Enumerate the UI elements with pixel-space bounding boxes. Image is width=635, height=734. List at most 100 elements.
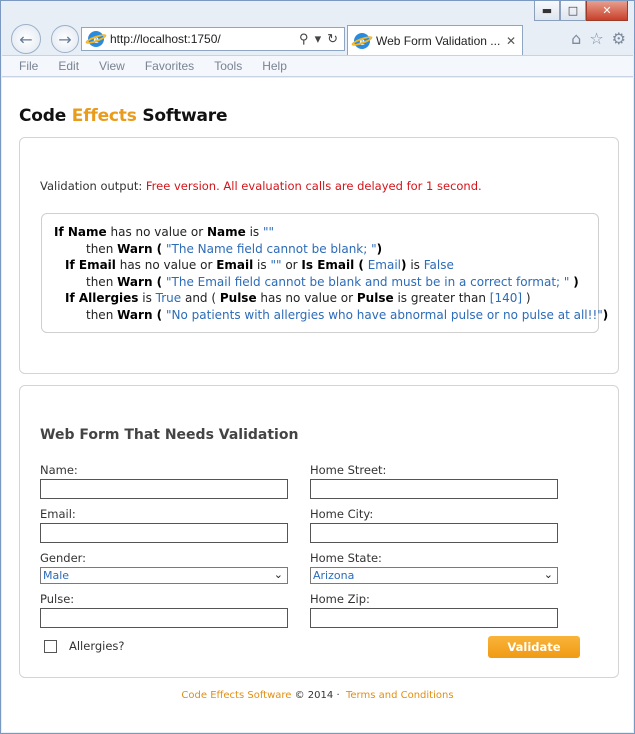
rule-field: Email: [216, 258, 254, 272]
menu-file[interactable]: File: [19, 59, 38, 73]
name-label: Name:: [40, 463, 78, 477]
refresh-icon[interactable]: ↻: [327, 31, 338, 47]
pulse-input[interactable]: [40, 608, 288, 628]
gender-selected-value: Male: [43, 569, 70, 582]
zip-field-group: Home Zip:: [310, 592, 558, 628]
menu-favorites[interactable]: Favorites: [145, 59, 194, 73]
state-label: Home State:: [310, 551, 382, 565]
pulse-label: Pulse:: [40, 592, 75, 606]
gender-field-group: Gender: Male ⌄: [40, 551, 288, 584]
validation-output-label: Validation output:: [40, 179, 143, 193]
rule-text: has no value or: [115, 258, 217, 272]
rule-text: has no value or: [106, 225, 207, 239]
rule-value: Email: [367, 258, 402, 272]
copyright-text: © 2014: [291, 690, 337, 701]
rule-value: False: [423, 258, 454, 272]
allergies-label: Allergies?: [69, 639, 125, 653]
rule-line-3: If Email has no value or Email is "" or …: [54, 257, 586, 274]
back-button[interactable]: ←: [11, 24, 41, 54]
rule-keyword: If: [65, 258, 79, 272]
rule-action: Warn (: [117, 274, 163, 289]
rule-keyword: If: [54, 225, 68, 239]
rule-field: Pulse: [356, 291, 394, 305]
rule-paren: ): [573, 274, 579, 289]
rule-field: Pulse: [219, 291, 257, 305]
city-input[interactable]: [310, 523, 558, 543]
validation-output: Validation output: Free version. All eva…: [40, 179, 482, 193]
address-url[interactable]: http://localhost:1750/: [110, 32, 299, 46]
rule-line-1: If Name has no value or Name is "": [54, 224, 586, 241]
pulse-field-group: Pulse:: [40, 592, 288, 628]
close-window-icon[interactable]: ✕: [586, 1, 628, 21]
gender-select[interactable]: Male ⌄: [40, 567, 288, 584]
page-footer: Code Effects Software © 2014 · Terms and…: [2, 690, 633, 701]
chevron-down-icon: ⌄: [273, 568, 283, 581]
email-input[interactable]: [40, 523, 288, 543]
rule-field: Name: [67, 225, 107, 239]
brand-part-software: Software: [136, 106, 228, 126]
address-bar[interactable]: e http://localhost:1750/ ⚲ ▾ ↻: [81, 27, 345, 51]
terms-link[interactable]: Terms and Conditions: [346, 690, 454, 701]
zip-label: Home Zip:: [310, 592, 370, 606]
maximize-icon[interactable]: □: [560, 1, 586, 21]
tab-ie-icon: e: [350, 32, 374, 49]
state-select[interactable]: Arizona ⌄: [310, 567, 558, 584]
minimize-icon[interactable]: ▬: [534, 1, 560, 21]
rules-panel: Validation output: Free version. All eva…: [19, 137, 619, 374]
rule-line-2: then Warn ( "The Name field cannot be bl…: [54, 241, 586, 258]
company-link[interactable]: Code Effects Software: [181, 690, 291, 701]
rule-text: is: [138, 291, 156, 305]
street-field-group: Home Street:: [310, 463, 558, 499]
back-arrow-icon: ←: [19, 29, 33, 49]
rule-text: and (: [181, 291, 220, 305]
rule-editor[interactable]: If Name has no value or Name is "" then …: [41, 213, 608, 333]
street-input[interactable]: [310, 479, 558, 499]
page-content: Code Effects Software Validation output:…: [2, 78, 633, 732]
brand-title: Code Effects Software: [19, 106, 227, 126]
favorites-star-icon[interactable]: ☆: [589, 29, 603, 48]
footer-separator: ·: [336, 690, 340, 701]
rule-text: then: [86, 274, 118, 289]
rule-function: Is Email (: [301, 258, 364, 272]
menu-view[interactable]: View: [99, 59, 125, 73]
rule-text: is greater than: [393, 291, 490, 305]
dropdown-icon[interactable]: ▾: [315, 31, 322, 47]
menu-help[interactable]: Help: [262, 59, 287, 73]
browser-toolbar-icons: ⌂ ☆ ⚙: [571, 29, 626, 48]
email-label: Email:: [40, 507, 76, 521]
rule-value: True: [155, 291, 182, 305]
rule-text: is: [245, 225, 263, 239]
state-selected-value: Arizona: [313, 569, 355, 582]
validate-button[interactable]: Validate: [488, 636, 580, 658]
rule-text: has no value or: [256, 291, 357, 305]
zip-input[interactable]: [310, 608, 558, 628]
active-tab[interactable]: e Web Form Validation ... ✕: [347, 25, 523, 55]
allergies-checkbox[interactable]: [44, 640, 57, 653]
ie-page-icon: e: [84, 31, 108, 47]
menu-tools[interactable]: Tools: [214, 59, 242, 73]
email-field-group: Email:: [40, 507, 288, 543]
city-field-group: Home City:: [310, 507, 558, 543]
menu-bar: File Edit View Favorites Tools Help: [2, 55, 633, 77]
rule-text: or: [281, 258, 302, 272]
rule-text: then: [86, 241, 118, 256]
home-icon[interactable]: ⌂: [571, 29, 581, 48]
menu-edit[interactable]: Edit: [58, 59, 79, 73]
validation-output-message: Free version. All evaluation calls are d…: [145, 179, 482, 193]
chevron-down-icon: ⌄: [543, 568, 553, 581]
search-icon[interactable]: ⚲: [299, 31, 309, 47]
rule-value: "": [262, 225, 275, 239]
browser-window: ▬ □ ✕ ← → e http://localhost:1750/ ⚲ ▾ ↻…: [0, 0, 635, 734]
close-tab-icon[interactable]: ✕: [506, 34, 522, 48]
brand-part-code: Code: [19, 106, 72, 126]
rule-line-4: then Warn ( "The Email field cannot be b…: [54, 274, 586, 291]
name-input[interactable]: [40, 479, 288, 499]
rule-text: is: [406, 258, 424, 272]
rule-value: "No patients with allergies who have abn…: [165, 307, 603, 322]
forward-button[interactable]: →: [51, 25, 79, 53]
rule-action: Warn (: [117, 307, 163, 322]
brand-part-effects: Effects: [71, 106, 137, 126]
rule-text: then: [86, 307, 118, 322]
rule-action: Warn (: [117, 241, 163, 256]
settings-gear-icon[interactable]: ⚙: [612, 29, 626, 48]
